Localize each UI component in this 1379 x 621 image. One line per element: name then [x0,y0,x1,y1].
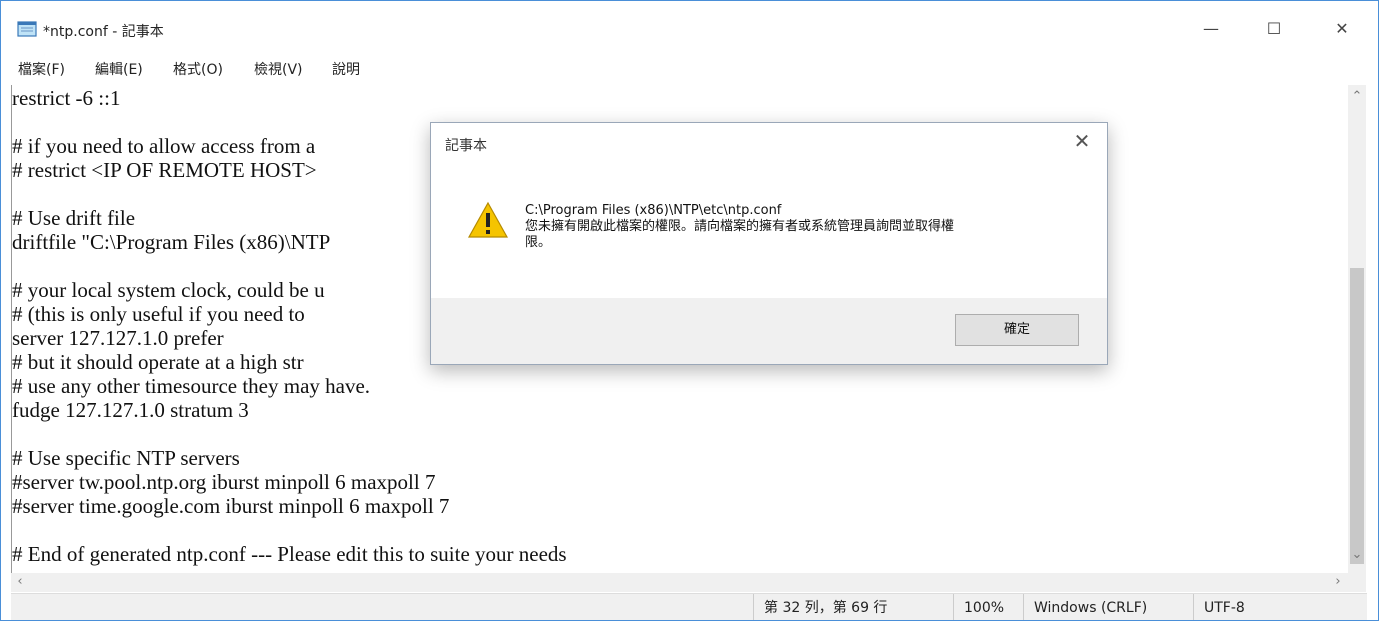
ok-button[interactable]: 確定 [955,314,1079,346]
menu-file[interactable]: 檔案(F) [18,59,65,79]
dialog-file-path: C:\Program Files (x86)\NTP\etc\ntp.conf [525,203,782,218]
window-title: *ntp.conf - 記事本 [43,24,164,40]
permission-error-dialog: 記事本 ✕ C:\Program Files (x86)\NTP\etc\ntp… [430,122,1108,365]
editor-line: fudge 127.127.1.0 stratum 3 [12,398,249,422]
editor-line: #server tw.pool.ntp.org iburst minpoll 6… [12,470,436,494]
editor-line: #server time.google.com iburst minpoll 6… [12,494,450,518]
status-bar: 第 32 列，第 69 行 100% Windows (CRLF) UTF-8 [11,593,1367,620]
editor-line: # End of generated ntp.conf --- Please e… [12,542,567,566]
editor-line: # use any other timesource they may have… [12,374,371,398]
minimize-button[interactable]: — [1188,11,1234,47]
scroll-left-arrow[interactable]: ‹ [11,574,29,589]
editor-line: # Use drift file [12,206,136,230]
vertical-scroll-thumb[interactable] [1350,268,1364,564]
menu-help[interactable]: 說明 [332,59,360,79]
dialog-close-button[interactable]: ✕ [1069,129,1095,153]
status-zoom: 100% [953,594,1024,620]
editor-line: # Use specific NTP servers [12,446,240,470]
editor-line: # restrict <IP OF REMOTE HOST> [12,158,317,182]
vertical-scrollbar[interactable]: ⌃ ⌄ [1348,85,1366,573]
warning-icon [467,201,509,238]
scroll-down-arrow[interactable]: ⌄ [1348,547,1366,562]
editor-line: server 127.127.1.0 prefer [12,326,224,350]
dialog-message: C:\Program Files (x86)\NTP\etc\ntp.conf … [525,203,1065,251]
dialog-message-line: 您未擁有開啟此檔案的權限。請向檔案的擁有者或系統管理員詢問並取得權 [525,219,955,234]
menu-bar: 檔案(F) 編輯(E) 格式(O) 檢視(V) 說明 [1,55,1378,81]
scroll-right-arrow[interactable]: › [1329,574,1347,589]
title-bar: *ntp.conf - 記事本 — ☐ ✕ [1,1,1378,53]
status-encoding: UTF-8 [1193,594,1324,620]
notepad-icon [17,21,37,37]
menu-format[interactable]: 格式(O) [173,59,223,79]
status-cursor-position: 第 32 列，第 69 行 [753,594,924,620]
editor-line: # (this is only useful if you need to [12,302,305,326]
dialog-message-line: 限。 [525,235,552,250]
scrollbar-corner [1348,573,1366,592]
editor-line: # but it should operate at a high str [12,350,304,374]
scroll-up-arrow[interactable]: ⌃ [1348,89,1366,104]
editor-line: # your local system clock, could be u [12,278,325,302]
maximize-button[interactable]: ☐ [1251,11,1297,47]
status-line-ending: Windows (CRLF) [1023,594,1194,620]
dialog-title: 記事本 [445,138,487,154]
editor-line: driftfile "C:\Program Files (x86)\NTP [12,230,331,254]
dialog-footer: 確定 [431,298,1107,364]
close-button[interactable]: ✕ [1319,11,1365,47]
horizontal-scrollbar[interactable]: ‹ › [11,573,1348,592]
editor-line: restrict -6 ::1 [12,86,121,110]
editor-line: # if you need to allow access from a [12,134,316,158]
menu-view[interactable]: 檢視(V) [254,59,303,79]
menu-edit[interactable]: 編輯(E) [95,59,143,79]
